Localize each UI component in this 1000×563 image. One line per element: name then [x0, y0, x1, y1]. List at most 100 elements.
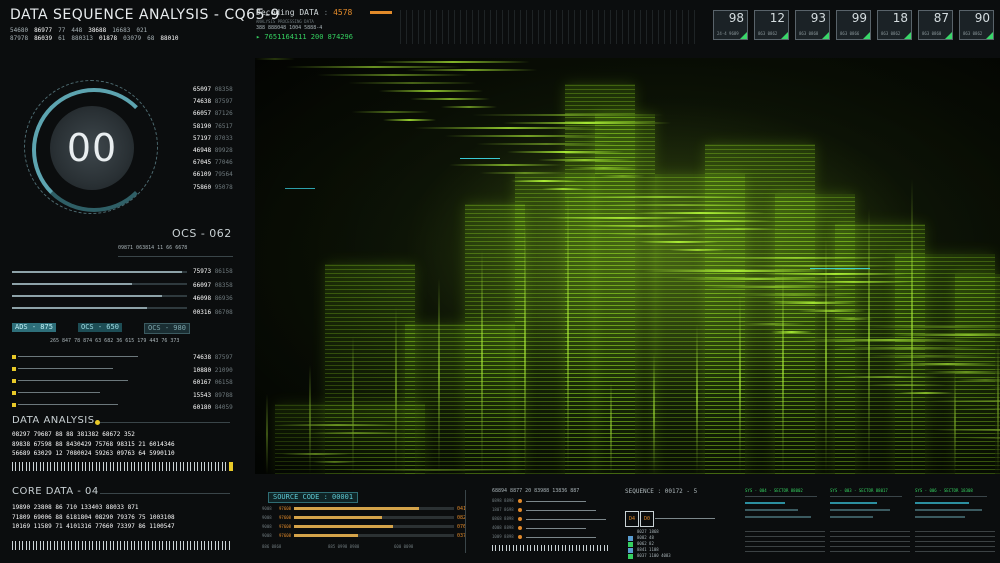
code-value: 68: [147, 35, 155, 42]
barcode: [12, 462, 227, 471]
number-column-top: 65097 08358 74638 87597 66057 87126 58190 7…: [193, 84, 233, 194]
number-value: 86936: [214, 295, 233, 302]
number-value: 08358: [214, 281, 233, 289]
processing-row: 388 888048 1004 5888-4: [256, 25, 323, 31]
tag-ads: ADS - 875: [12, 323, 56, 332]
data-row: 10169 11589 71 4101316 77660 73397 86 11…: [12, 523, 175, 530]
stat-value: 18: [892, 11, 908, 25]
data-stream: ▸ 7651164111 200 874296: [256, 33, 353, 41]
number-value: 66057: [193, 110, 212, 118]
stat-corner-indicator: [740, 32, 747, 39]
row-id: 9008: [262, 524, 272, 529]
row-line: [526, 519, 606, 520]
main-visualization: [255, 58, 1000, 474]
number-value: 58190: [193, 122, 212, 130]
number-value: 86158: [214, 268, 233, 275]
number-value: 89788: [214, 391, 233, 399]
barcode: [12, 541, 232, 550]
number-value: 89928: [214, 147, 233, 155]
code-value: 86977: [34, 27, 53, 34]
divider: [745, 496, 817, 497]
header-accent-bar: [370, 11, 392, 14]
progress-bar: [12, 295, 162, 297]
number-value: 87597: [214, 354, 233, 361]
sector-bar: [830, 516, 873, 518]
stat-corner-indicator: [781, 32, 788, 39]
number-value: 46098: [193, 295, 212, 302]
number-pair: 74638 87597: [193, 352, 233, 365]
progress-bar: [294, 525, 394, 528]
code-value: 021: [136, 27, 148, 34]
sector-label: SYS - 003 - SECTOR 88017: [830, 488, 888, 493]
row-id: 9008: [262, 506, 272, 511]
tag-ocs-980: OCS - 980: [144, 323, 190, 334]
number-value: 00316: [193, 308, 212, 316]
number-value: 06158: [214, 379, 233, 386]
row-label: 4008 8898: [492, 525, 514, 530]
footer-text: 600 0098: [394, 544, 414, 549]
number-pair: 57197 87033: [193, 133, 233, 145]
progress-bar: [12, 307, 147, 309]
number-value: 57197: [193, 134, 212, 142]
stat-sub: 863 0860: [922, 31, 942, 36]
number-column-lower: 74638 87597 10880 21090 60167 06158 15543 8…: [193, 352, 233, 415]
sector-bar: [745, 516, 811, 518]
row-label: 1807 8698: [492, 507, 514, 512]
sector-bar: [830, 509, 890, 511]
processing-label: ANALYSIS PROCESSING DATA: [256, 19, 314, 24]
data-row: 56689 63029 12 7080024 59263 09763 64 59…: [12, 450, 175, 457]
footer-text: 885 0998 8988: [328, 544, 360, 549]
row-label: 1009 8898: [492, 534, 514, 539]
number-pair: 75973 86158: [193, 265, 233, 279]
stat-sub: 863 0862: [758, 31, 778, 36]
level-tick: [12, 367, 16, 371]
stat-sub: 863 0868: [799, 31, 819, 36]
progress-bar: [12, 283, 132, 285]
number-value: 86708: [214, 308, 233, 316]
row-id: 9008: [262, 533, 272, 538]
tag-ocs-650: OCS - 650: [78, 323, 122, 332]
number-value: 46948: [193, 147, 212, 155]
number-pair: 46098 86936: [193, 292, 233, 306]
number-value: 75973: [193, 268, 212, 275]
stat-sub: 24-4 9689: [717, 31, 739, 36]
stat-value: 93: [810, 11, 826, 25]
level-line: [18, 368, 113, 369]
ocs-row: 09871 063814 11 66 6678: [118, 245, 188, 251]
sector-bar: [745, 509, 798, 511]
row-tag: 97608: [279, 524, 292, 529]
divider: [915, 496, 987, 497]
number-pair: 58190 76517: [193, 121, 233, 133]
sector-bar: [915, 509, 982, 511]
row-line: [526, 510, 596, 511]
code-value: 38688: [88, 27, 107, 34]
number-pair: 67045 77046: [193, 157, 233, 169]
sector-grid: [745, 530, 825, 552]
stat-value: 90: [974, 11, 990, 25]
row-line: [526, 537, 596, 538]
level-tick: [12, 355, 16, 359]
tag-row: 265 847 78 874 63 682 36 615 179 443 76 …: [50, 338, 180, 344]
level-line: [18, 392, 100, 393]
status-dot: [518, 526, 522, 530]
code-value: 86039: [34, 35, 53, 42]
number-pair: 66109 79564: [193, 169, 233, 181]
progress-bar: [294, 507, 419, 510]
number-pair: 60180 84059: [193, 402, 233, 415]
stat-corner-indicator: [822, 32, 829, 39]
level-tick: [12, 403, 16, 407]
stat-tile: 99 863 0866: [836, 10, 871, 40]
sequence-line: 0062 82: [637, 541, 654, 546]
stat-tile: 98 24-4 9689: [713, 10, 748, 40]
number-value: 74638: [193, 354, 212, 361]
sector-bar: [830, 502, 877, 504]
level-tick: [12, 379, 16, 383]
sector-grid: [915, 530, 995, 552]
data-row: 89838 67598 88 8430429 75768 98315 21 60…: [12, 440, 175, 448]
number-pair: 46948 89928: [193, 145, 233, 157]
number-value: 66109: [193, 171, 212, 179]
stat-tile: 87 863 0860: [918, 10, 953, 40]
dial-value: 00: [66, 126, 118, 170]
row-line: [526, 528, 586, 529]
divider: [830, 496, 902, 497]
